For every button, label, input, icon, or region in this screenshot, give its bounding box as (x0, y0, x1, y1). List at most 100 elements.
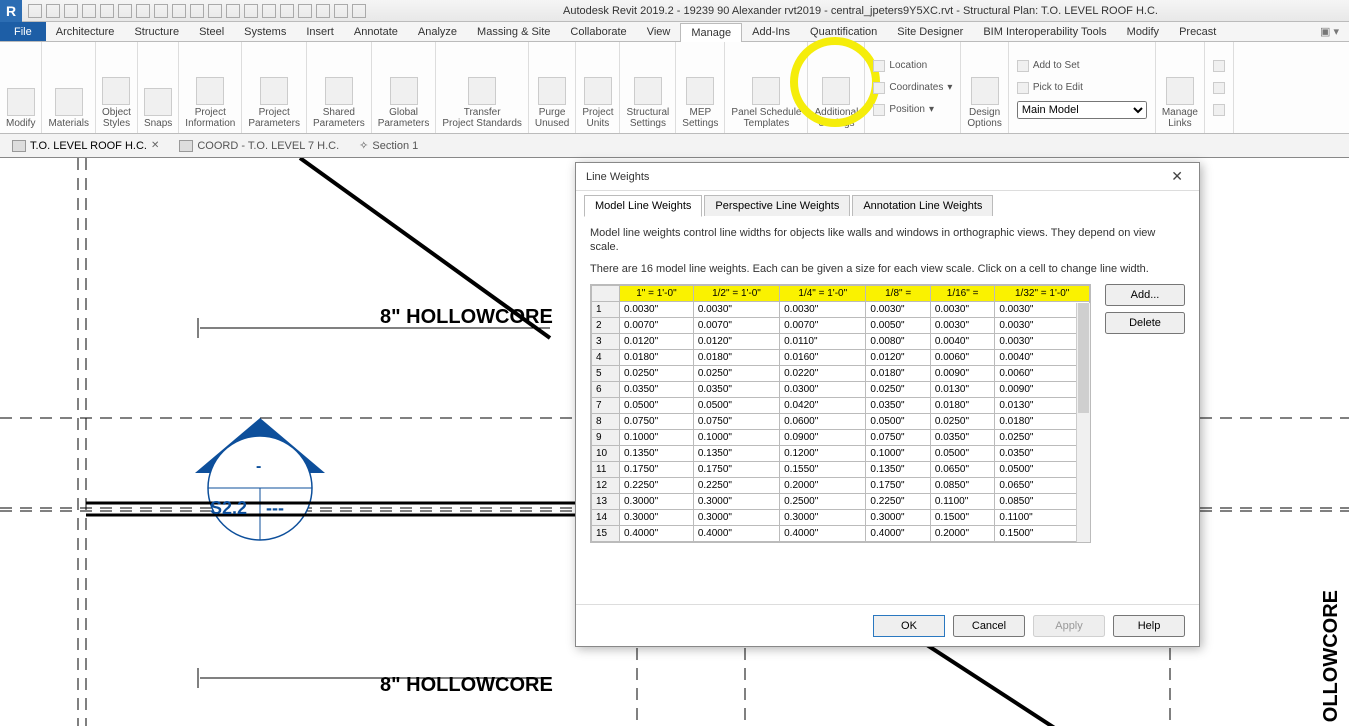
line-weight-cell[interactable]: 0.0030" (866, 302, 930, 318)
tab-model-line-weights[interactable]: Model Line Weights (584, 195, 702, 217)
qat-icon[interactable] (190, 4, 204, 18)
line-weight-cell[interactable]: 0.0650" (930, 462, 994, 478)
coordinates-button[interactable]: Coordinates ▾ (873, 79, 952, 97)
ok-button[interactable]: OK (873, 615, 945, 637)
small-icon[interactable] (1213, 82, 1225, 94)
line-weight-cell[interactable]: 0.0070" (693, 318, 779, 334)
project-info-button[interactable]: Project Information (179, 42, 242, 133)
line-weight-cell[interactable]: 0.2250" (620, 478, 694, 494)
purge-unused-button[interactable]: Purge Unused (529, 42, 576, 133)
qat-icon[interactable] (226, 4, 240, 18)
line-weight-cell[interactable]: 0.0120" (620, 334, 694, 350)
line-weight-cell[interactable]: 0.0250" (620, 366, 694, 382)
line-weight-cell[interactable]: 0.1200" (780, 446, 866, 462)
dialog-title-bar[interactable]: Line Weights ✕ (576, 163, 1199, 191)
line-weight-cell[interactable]: 0.0220" (780, 366, 866, 382)
line-weight-cell[interactable]: 0.3000" (866, 510, 930, 526)
line-weight-cell[interactable]: 0.1750" (620, 462, 694, 478)
qat-icon[interactable] (154, 4, 168, 18)
transfer-standards-button[interactable]: Transfer Project Standards (436, 42, 529, 133)
line-weight-cell[interactable]: 0.1750" (866, 478, 930, 494)
additional-settings-button[interactable]: Additional Settings (808, 42, 865, 133)
design-options-button[interactable]: Design Options (961, 42, 1008, 133)
line-weight-cell[interactable]: 0.0030" (780, 302, 866, 318)
line-weight-cell[interactable]: 0.2250" (866, 494, 930, 510)
line-weight-cell[interactable]: 0.0060" (930, 350, 994, 366)
table-header-scale[interactable]: 1/16" = (930, 286, 994, 302)
line-weight-cell[interactable]: 0.0500" (866, 414, 930, 430)
qat-icon[interactable] (208, 4, 222, 18)
line-weight-cell[interactable]: 0.0350" (930, 430, 994, 446)
file-tab[interactable]: File (0, 22, 46, 41)
row-number[interactable]: 2 (592, 318, 620, 334)
line-weight-cell[interactable]: 0.1000" (693, 430, 779, 446)
qat-icon[interactable] (298, 4, 312, 18)
modify-button[interactable]: Modify (0, 42, 42, 133)
object-styles-button[interactable]: Object Styles (96, 42, 138, 133)
qat-icon[interactable] (316, 4, 330, 18)
line-weight-cell[interactable]: 0.0180" (620, 350, 694, 366)
line-weight-cell[interactable]: 0.0600" (780, 414, 866, 430)
scrollbar-thumb[interactable] (1078, 303, 1089, 413)
line-weight-cell[interactable]: 0.0050" (866, 318, 930, 334)
qat-icon[interactable] (118, 4, 132, 18)
line-weight-cell[interactable]: 0.1500" (930, 510, 994, 526)
view-tab-1[interactable]: T.O. LEVEL ROOF H.C.✕ (4, 138, 167, 154)
cancel-button[interactable]: Cancel (953, 615, 1025, 637)
tab-manage[interactable]: Manage (680, 23, 742, 42)
pick-to-edit-button[interactable]: Pick to Edit (1017, 79, 1083, 97)
project-units-button[interactable]: Project Units (576, 42, 620, 133)
tab-site-designer[interactable]: Site Designer (887, 22, 973, 41)
tab-precast[interactable]: Precast (1169, 22, 1226, 41)
qat-icon[interactable] (244, 4, 258, 18)
line-weight-cell[interactable]: 0.0030" (620, 302, 694, 318)
line-weight-cell[interactable]: 0.0040" (930, 334, 994, 350)
tab-structure[interactable]: Structure (124, 22, 189, 41)
tab-perspective-line-weights[interactable]: Perspective Line Weights (704, 195, 850, 216)
line-weight-cell[interactable]: 0.3000" (620, 494, 694, 510)
line-weight-cell[interactable]: 0.4000" (620, 526, 694, 542)
line-weights-table[interactable]: 1" = 1'-0"1/2" = 1'-0"1/4" = 1'-0"1/8" =… (591, 285, 1090, 542)
row-number[interactable]: 4 (592, 350, 620, 366)
line-weight-cell[interactable]: 0.1550" (780, 462, 866, 478)
line-weight-cell[interactable]: 0.0180" (693, 350, 779, 366)
tab-annotation-line-weights[interactable]: Annotation Line Weights (852, 195, 993, 216)
table-header-scale[interactable]: 1/2" = 1'-0" (693, 286, 779, 302)
line-weight-cell[interactable]: 0.0500" (620, 398, 694, 414)
row-number[interactable]: 7 (592, 398, 620, 414)
materials-button[interactable]: Materials (42, 42, 96, 133)
line-weight-cell[interactable]: 0.3000" (620, 510, 694, 526)
table-header-scale[interactable]: 1/32" = 1'-0" (995, 286, 1090, 302)
tab-annotate[interactable]: Annotate (344, 22, 408, 41)
location-button[interactable]: Location (873, 57, 927, 75)
view-tab-2[interactable]: COORD - T.O. LEVEL 7 H.C. (171, 138, 347, 154)
row-number[interactable]: 1 (592, 302, 620, 318)
qat-icon[interactable] (172, 4, 186, 18)
snaps-button[interactable]: Snaps (138, 42, 179, 133)
shared-params-button[interactable]: Shared Parameters (307, 42, 372, 133)
manage-links-button[interactable]: Manage Links (1156, 42, 1205, 133)
position-button[interactable]: Position ▾ (873, 101, 934, 119)
line-weight-cell[interactable]: 0.3000" (693, 510, 779, 526)
line-weight-cell[interactable]: 0.0900" (780, 430, 866, 446)
table-scrollbar[interactable] (1076, 303, 1090, 542)
main-model-select[interactable]: Main Model (1017, 101, 1147, 119)
mep-settings-button[interactable]: MEP Settings (676, 42, 725, 133)
line-weight-cell[interactable]: 0.0120" (693, 334, 779, 350)
line-weight-cell[interactable]: 0.0750" (866, 430, 930, 446)
apply-button[interactable]: Apply (1033, 615, 1105, 637)
line-weight-cell[interactable]: 0.0350" (620, 382, 694, 398)
line-weight-cell[interactable]: 0.0160" (780, 350, 866, 366)
qat-icon[interactable] (28, 4, 42, 18)
row-number[interactable]: 15 (592, 526, 620, 542)
qat-icon[interactable] (334, 4, 348, 18)
line-weight-cell[interactable]: 0.4000" (866, 526, 930, 542)
tab-systems[interactable]: Systems (234, 22, 296, 41)
line-weight-cell[interactable]: 0.3000" (780, 510, 866, 526)
line-weight-cell[interactable]: 0.3000" (693, 494, 779, 510)
line-weight-cell[interactable]: 0.2000" (930, 526, 994, 542)
small-icon[interactable] (1213, 60, 1225, 72)
line-weight-cell[interactable]: 0.0300" (780, 382, 866, 398)
qat-icon[interactable] (46, 4, 60, 18)
line-weight-cell[interactable]: 0.0500" (693, 398, 779, 414)
